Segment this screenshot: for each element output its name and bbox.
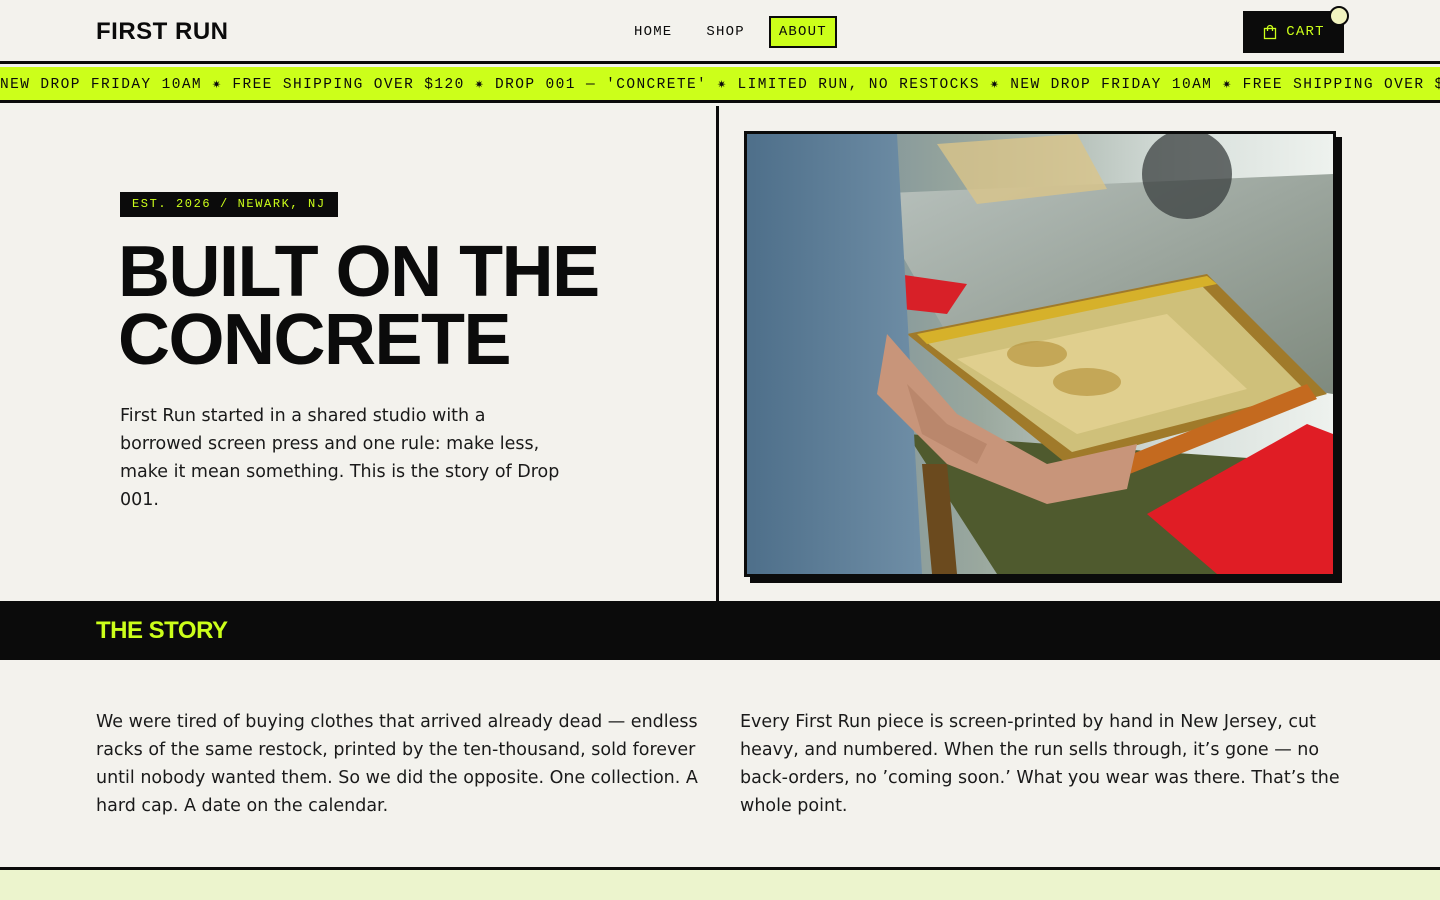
main-nav: HOME SHOP ABOUT [620, 16, 837, 48]
story-title: THE STORY [96, 617, 228, 644]
established-badge: EST. 2026 / NEWARK, NJ [120, 192, 338, 217]
hero-title: BUILT ON THE CONCRETE [118, 232, 698, 380]
hero-title-line-2: CONCRETE [118, 300, 512, 380]
site-logo[interactable]: FIRST RUN [96, 17, 229, 47]
story-paragraph-2: Every First Run piece is screen-printed … [740, 712, 1340, 816]
cart-badge [1329, 6, 1349, 26]
hero-divider [716, 106, 719, 601]
nav-link-about[interactable]: ABOUT [768, 16, 837, 48]
nav-link-home[interactable]: HOME [620, 16, 686, 48]
ticker-text: NEW DROP FRIDAY 10AM ✷ FREE SHIPPING OVE… [0, 77, 1440, 93]
next-section-band [0, 870, 1440, 900]
story-section-header: THE STORY [0, 601, 1440, 660]
hero-photo-screen-printing [744, 131, 1336, 577]
announcement-ticker: NEW DROP FRIDAY 10AM ✷ FREE SHIPPING OVE… [0, 67, 1440, 103]
story-paragraph-1: We were tired of buying clothes that arr… [96, 712, 698, 816]
hero-description: First Run started in a shared studio wit… [120, 406, 560, 510]
hero-title-line-1: BUILT ON THE [118, 232, 600, 312]
nav-link-shop[interactable]: SHOP [692, 16, 758, 48]
shopping-bag-icon [1262, 24, 1278, 40]
cart-label: CART [1286, 24, 1325, 40]
hero-section: EST. 2026 / NEWARK, NJ BUILT ON THE CONC… [0, 106, 1440, 601]
site-header: FIRST RUN HOME SHOP ABOUT CART [0, 0, 1440, 64]
